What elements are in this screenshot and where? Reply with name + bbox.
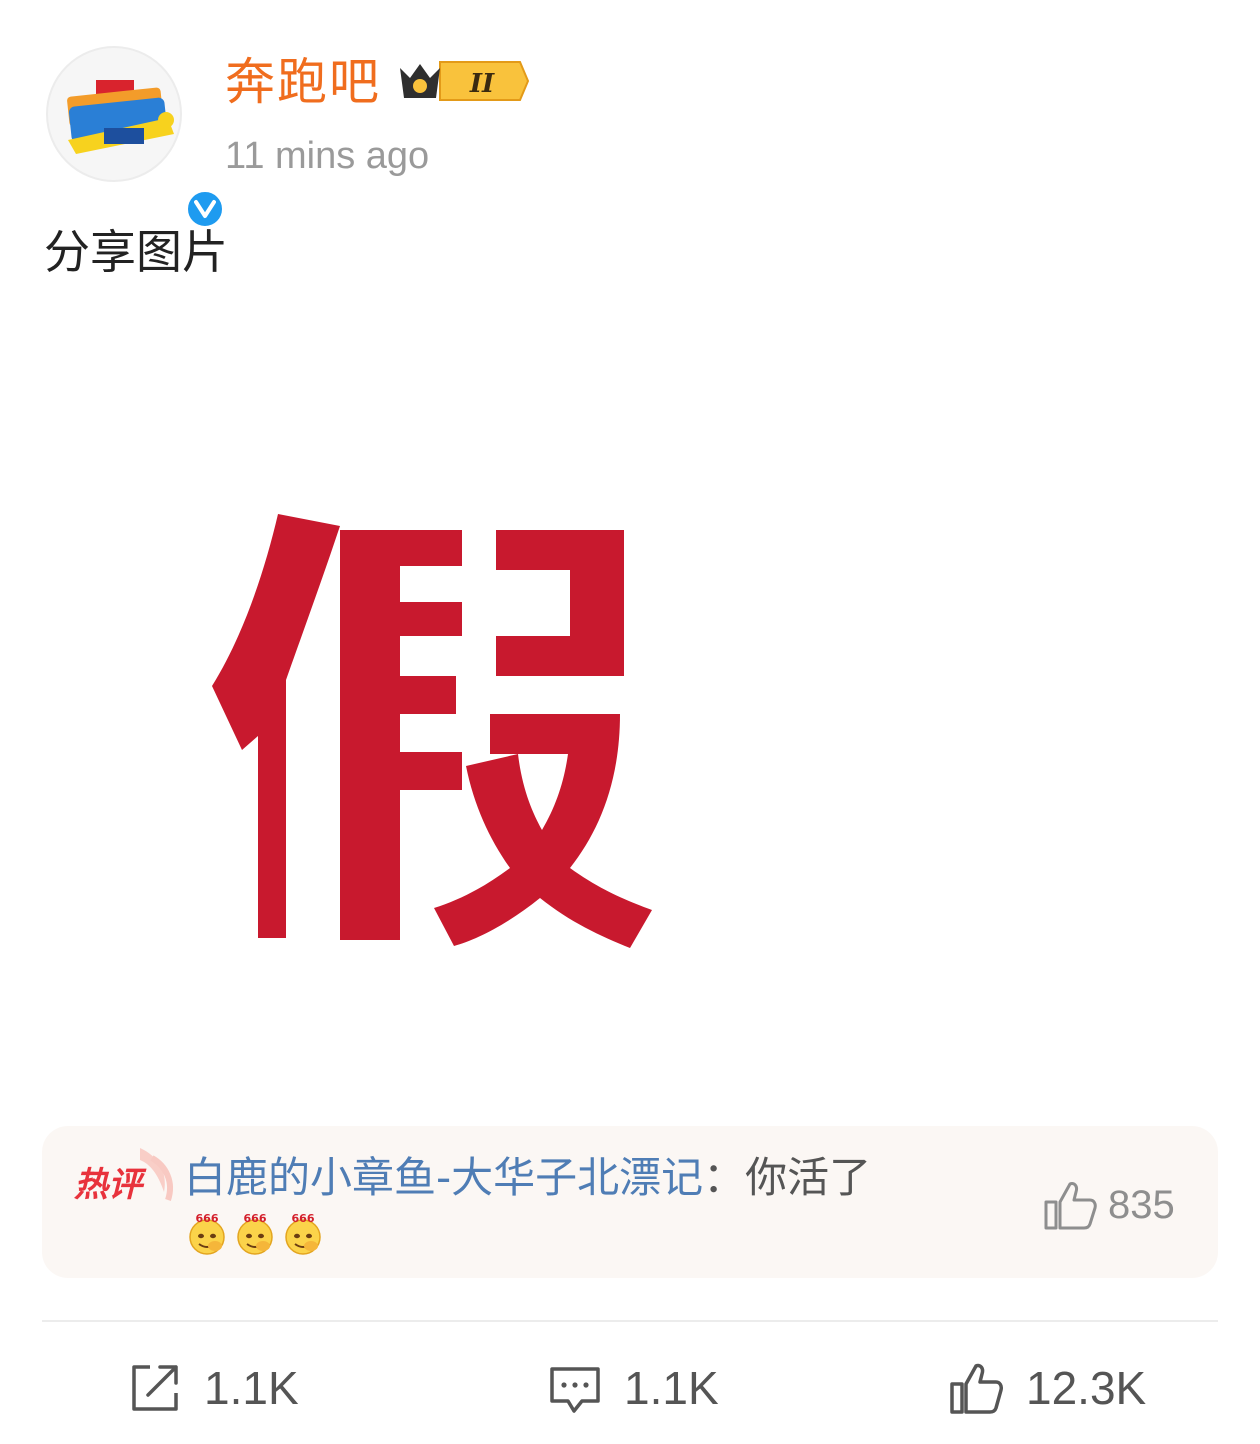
post-text: 分享图片 <box>44 225 228 279</box>
post-timestamp: 11 mins ago <box>225 135 430 177</box>
comment-icon <box>550 1367 600 1413</box>
member-level: II <box>469 69 495 99</box>
comment-button[interactable]: 1.1K <box>548 1350 719 1426</box>
comment-separator: ： <box>703 1153 746 1202</box>
username[interactable]: 奔跑吧 <box>225 50 381 114</box>
svg-text:666: 666 <box>244 1212 267 1225</box>
emoji-666-icon: 666 <box>285 1212 321 1255</box>
thumbs-up-icon <box>1044 1182 1097 1230</box>
keep-running-logo <box>67 80 174 154</box>
avatar[interactable] <box>46 46 226 230</box>
comment-count: 1.1K <box>624 1362 719 1414</box>
emoji-row: 666 666 666 <box>184 1210 326 1256</box>
divider <box>42 1320 1218 1322</box>
comment-text: 白鹿的小章鱼-大华子北漂记：你活了 <box>184 1150 1004 1206</box>
svg-text:666: 666 <box>292 1212 315 1225</box>
hot-comment-icon: 热评 <box>74 1148 173 1205</box>
comment-author[interactable]: 白鹿的小章鱼-大华子北漂记 <box>184 1153 703 1202</box>
thumbs-up-icon <box>950 1363 1003 1414</box>
share-count: 1.1K <box>204 1362 299 1414</box>
emoji-666-icon: 666 <box>237 1212 273 1255</box>
weibo-post: 奔跑吧 II 11 mins ago 分享图片 热评 白鹿的小章鱼-大华子北漂记… <box>0 0 1260 1444</box>
post-image[interactable] <box>190 490 670 970</box>
comment-like-button[interactable]: 835 <box>1042 1178 1175 1232</box>
share-icon <box>132 1365 178 1411</box>
share-button[interactable]: 1.1K <box>128 1350 299 1426</box>
comment-like-count: 835 <box>1108 1182 1175 1227</box>
svg-text:666: 666 <box>196 1212 219 1225</box>
like-count: 12.3K <box>1026 1362 1147 1414</box>
svg-text:热评: 热评 <box>74 1165 147 1205</box>
comment-body: 你活了 <box>745 1153 872 1202</box>
hot-comment-card[interactable]: 热评 白鹿的小章鱼-大华子北漂记：你活了 666 666 666 835 <box>42 1126 1218 1278</box>
emoji-666-icon: 666 <box>189 1212 225 1255</box>
member-badge[interactable]: II <box>396 56 530 106</box>
like-button[interactable]: 12.3K <box>948 1350 1146 1426</box>
